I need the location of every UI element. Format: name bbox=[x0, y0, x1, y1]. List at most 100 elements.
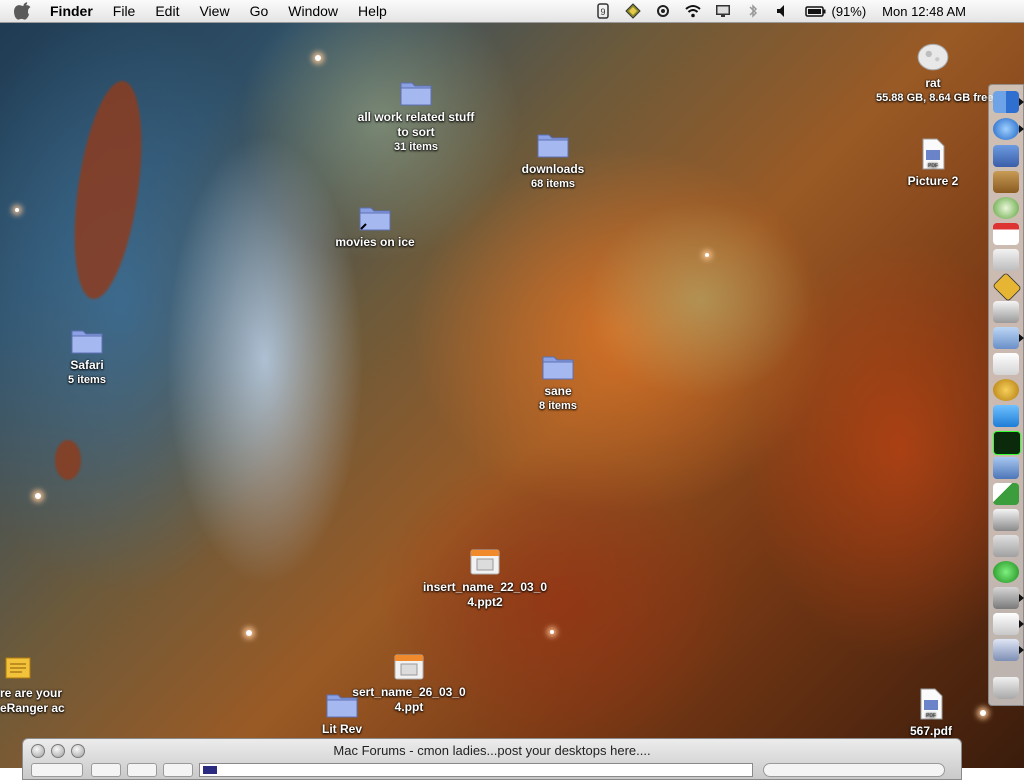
ruler-dock-icon[interactable] bbox=[993, 587, 1019, 609]
desktop-folder-sane[interactable]: sane 8 items bbox=[518, 352, 598, 413]
folder-icon bbox=[71, 330, 103, 354]
folder-alias-icon bbox=[359, 207, 391, 231]
desktop-folder-safari[interactable]: Safari 5 items bbox=[42, 326, 132, 387]
pdf-file-icon: PDF bbox=[922, 138, 945, 170]
bookmark-button[interactable] bbox=[163, 763, 193, 777]
hard-drive-icon bbox=[917, 43, 949, 71]
svg-text:9: 9 bbox=[601, 7, 606, 17]
menu-file[interactable]: File bbox=[113, 3, 136, 19]
desktop-icon-label: insert_name_22_03_0 4.ppt2 bbox=[422, 580, 548, 609]
safari-dock-icon[interactable] bbox=[993, 118, 1019, 140]
menu-window[interactable]: Window bbox=[288, 3, 338, 19]
running-indicator bbox=[1019, 98, 1024, 106]
wireless-icon[interactable] bbox=[685, 3, 702, 19]
desktop-icon-label: Safari bbox=[70, 358, 104, 372]
site-favicon-icon bbox=[203, 766, 217, 774]
running-indicator bbox=[1019, 125, 1024, 133]
finder-dock-icon[interactable] bbox=[993, 91, 1019, 113]
word-dock-icon[interactable] bbox=[993, 379, 1019, 401]
powerpoint-file-icon bbox=[470, 549, 500, 575]
apple-menu-icon[interactable] bbox=[14, 2, 32, 20]
dock bbox=[988, 84, 1024, 706]
browser-window: Mac Forums - cmon ladies...post your des… bbox=[22, 738, 962, 780]
wallpaper-star bbox=[705, 253, 709, 257]
printer-dock-icon[interactable] bbox=[993, 509, 1019, 531]
home-button[interactable] bbox=[127, 763, 157, 777]
desktop-folder-work-stuff[interactable]: all work related stuff to sort 31 items bbox=[336, 78, 496, 154]
desktop-file-picture-2[interactable]: PDF Picture 2 bbox=[893, 138, 973, 189]
running-indicator bbox=[1019, 594, 1024, 602]
wallpaper-pillar-fragment bbox=[55, 440, 81, 480]
desktop-folder-lit-rev[interactable]: Lit Rev bbox=[312, 690, 372, 737]
address-bar[interactable] bbox=[199, 763, 753, 777]
menu-edit[interactable]: Edit bbox=[155, 3, 179, 19]
back-button[interactable] bbox=[31, 763, 83, 777]
app-menu-finder[interactable]: Finder bbox=[50, 3, 93, 19]
menu-go[interactable]: Go bbox=[250, 3, 269, 19]
desktop-icon-label: downloads bbox=[521, 162, 585, 176]
desktop-folder-downloads[interactable]: downloads 68 items bbox=[503, 130, 603, 191]
menu-bar: Finder File Edit View Go Window Help 9 (… bbox=[0, 0, 1024, 23]
folder-icon bbox=[326, 694, 358, 718]
pencil-dock-icon[interactable] bbox=[993, 483, 1019, 505]
desktop-icon-label: Picture 2 bbox=[907, 174, 959, 188]
bluetooth-icon[interactable] bbox=[745, 3, 761, 19]
menu-help[interactable]: Help bbox=[358, 3, 387, 19]
desktop-icon-label: sane bbox=[544, 384, 572, 398]
pdf-file-icon: PDF bbox=[920, 688, 943, 720]
powerpoint-file-icon bbox=[394, 654, 424, 680]
finder-window-dock-icon[interactable] bbox=[993, 405, 1019, 427]
text-edit-dock-icon[interactable] bbox=[993, 353, 1019, 375]
system-preferences-dock-icon[interactable] bbox=[993, 301, 1019, 323]
sync-icon[interactable] bbox=[655, 3, 671, 19]
itunes-dock-icon[interactable] bbox=[993, 197, 1019, 219]
wallpaper-star bbox=[550, 630, 554, 634]
menubar-clock[interactable]: Mon 12:48 AM bbox=[882, 4, 966, 19]
desktop-icon-label: re are your eRanger ac bbox=[0, 686, 65, 715]
desktop-icon-info: 55.88 GB, 8.64 GB free bbox=[876, 92, 994, 104]
folder-icon bbox=[542, 356, 574, 380]
address-book-dock-icon[interactable] bbox=[993, 171, 1019, 193]
notes-file-icon bbox=[5, 657, 31, 679]
preview-dock-icon[interactable] bbox=[993, 249, 1019, 271]
wallpaper-pillar bbox=[62, 76, 154, 304]
eject-dock-icon[interactable] bbox=[993, 535, 1019, 557]
display-icon[interactable] bbox=[715, 3, 731, 19]
desktop-file-ppt-22-03[interactable]: insert_name_22_03_0 4.ppt2 bbox=[410, 548, 560, 610]
trash-dock-icon[interactable] bbox=[993, 677, 1019, 699]
mail-dock-icon[interactable] bbox=[993, 327, 1019, 349]
battery-icon[interactable] bbox=[805, 3, 827, 19]
iphoto-dock-icon[interactable] bbox=[993, 145, 1019, 167]
desktop-wallpaper bbox=[0, 0, 1024, 768]
ichat-icon[interactable] bbox=[625, 3, 642, 19]
volume-icon[interactable] bbox=[775, 3, 791, 19]
battery-percent: (91%) bbox=[831, 3, 867, 19]
menu-extras: 9 (91%) Mon 12:48 AM bbox=[595, 0, 1024, 22]
desktop-folder-movies-on-ice[interactable]: movies on ice bbox=[320, 203, 430, 250]
desktop-volume-rat[interactable]: rat 55.88 GB, 8.64 GB free bbox=[876, 40, 994, 105]
ebook-dock-icon[interactable] bbox=[993, 457, 1019, 479]
running-indicator bbox=[1019, 646, 1024, 654]
running-indicator bbox=[1019, 620, 1024, 628]
utility-dock-icon[interactable] bbox=[993, 639, 1019, 661]
desktop-icon-label: rat bbox=[925, 76, 941, 90]
desktop-file-ranger-note[interactable]: re are your eRanger ac bbox=[0, 654, 76, 716]
desktop-file-567-pdf[interactable]: PDF 567.pdf bbox=[896, 688, 966, 739]
svg-text:PDF: PDF bbox=[928, 163, 938, 169]
wallpaper-star bbox=[980, 710, 986, 716]
terminal-dock-icon[interactable] bbox=[993, 431, 1021, 455]
console-dock-icon[interactable] bbox=[992, 272, 1022, 302]
folder-icon bbox=[537, 134, 569, 158]
menu-view[interactable]: View bbox=[199, 3, 229, 19]
script-menu-icon[interactable]: 9 bbox=[595, 3, 611, 19]
document-dock-icon[interactable] bbox=[993, 613, 1019, 635]
ical-dock-icon[interactable] bbox=[993, 223, 1019, 245]
wallpaper-star bbox=[35, 493, 41, 499]
music-app-dock-icon[interactable] bbox=[993, 561, 1019, 583]
svg-text:PDF: PDF bbox=[926, 713, 936, 719]
window-title: Mac Forums - cmon ladies...post your des… bbox=[333, 743, 651, 758]
reload-button[interactable] bbox=[91, 763, 121, 777]
search-field[interactable] bbox=[763, 763, 945, 777]
desktop-icon-label: 567.pdf bbox=[909, 724, 952, 738]
wallpaper-star bbox=[315, 55, 321, 61]
